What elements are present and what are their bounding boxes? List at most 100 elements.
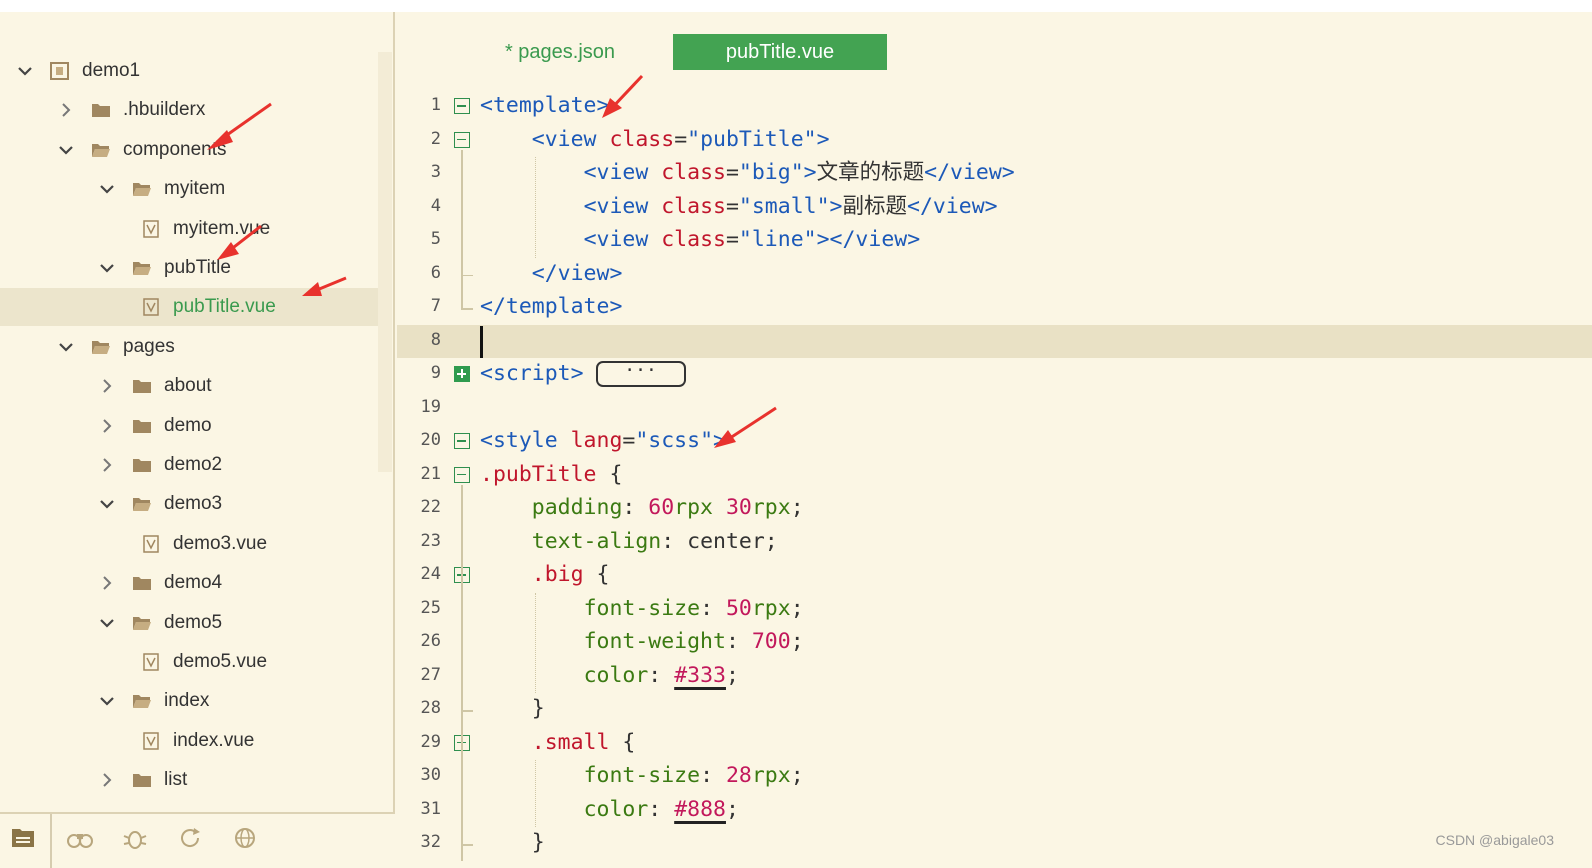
- tree-folder-item[interactable]: index: [0, 682, 378, 720]
- project-icon: [50, 62, 70, 80]
- code-line[interactable]: 1 <template>: [397, 90, 1592, 124]
- chevron-down-icon[interactable]: [100, 694, 114, 708]
- chevron-down-icon[interactable]: [100, 497, 114, 511]
- code-line[interactable]: 3 <view class="big">文章的标题</view>: [397, 157, 1592, 191]
- code-text: <style lang="scss">: [480, 428, 726, 453]
- project-explorer[interactable]: demo1 .hbuilderx components myitem myitem.vu…: [0, 12, 395, 868]
- fold-guide: [461, 484, 463, 861]
- folder-icon: [132, 456, 152, 474]
- tree-item-label: index.vue: [173, 729, 255, 751]
- code-line[interactable]: 22 padding: 60rpx 30rpx;: [397, 492, 1592, 526]
- tree-file-item[interactable]: demo3.vue: [0, 525, 378, 563]
- folder-icon: [132, 377, 152, 395]
- tab-pages-json[interactable]: * pages.json: [465, 34, 655, 70]
- code-line[interactable]: 26 font-weight: 700;: [397, 626, 1592, 660]
- chevron-right-icon[interactable]: [100, 379, 114, 393]
- code-line[interactable]: 9 <script> ···: [397, 358, 1592, 392]
- vue-file-icon: [141, 653, 161, 671]
- tree-folder-item[interactable]: pages: [0, 328, 378, 366]
- sidebar-toolbar: [0, 812, 395, 868]
- line-number: 1: [430, 95, 441, 115]
- explorer-icon[interactable]: [10, 826, 40, 852]
- tree-item-label: demo: [164, 414, 212, 436]
- line-number: 2: [430, 128, 441, 149]
- bug-icon[interactable]: [121, 826, 151, 852]
- code-text: <view class="small">副标题</view>: [583, 193, 998, 219]
- code-text: color: #888;: [583, 796, 739, 822]
- code-line[interactable]: 24 .big {: [397, 559, 1592, 593]
- tree-file-item[interactable]: demo5.vue: [0, 643, 378, 681]
- chevron-right-icon[interactable]: [100, 458, 114, 472]
- line-number: 21: [420, 463, 441, 484]
- line-number: 25: [420, 597, 441, 618]
- tree-folder-item[interactable]: demo2: [0, 446, 378, 484]
- chevron-down-icon[interactable]: [100, 182, 114, 196]
- expand-icon[interactable]: [454, 366, 470, 382]
- chevron-right-icon[interactable]: [59, 103, 73, 118]
- globe-icon[interactable]: [231, 826, 261, 852]
- tree-file-item[interactable]: myitem.vue: [0, 210, 378, 248]
- tree-folder-item[interactable]: demo3: [0, 485, 378, 523]
- toolbar-divider: [50, 814, 52, 868]
- binoculars-icon[interactable]: [66, 826, 96, 852]
- tree-folder-item[interactable]: .hbuilderx: [0, 91, 378, 129]
- code-line[interactable]: 29 .small {: [397, 727, 1592, 761]
- collapse-icon[interactable]: [454, 131, 470, 148]
- line-number: 28: [420, 698, 441, 718]
- chevron-right-icon[interactable]: [100, 418, 114, 433]
- code-line[interactable]: 31 color: #888;: [397, 794, 1592, 828]
- tab-pubtitle-vue[interactable]: pubTitle.vue: [673, 34, 887, 70]
- tree-folder-item[interactable]: myitem: [0, 170, 378, 208]
- chevron-down-icon[interactable]: [100, 261, 114, 275]
- chevron-down-icon[interactable]: [100, 616, 114, 630]
- code-line[interactable]: 28 }: [397, 693, 1592, 727]
- code-line[interactable]: 7 </template>: [397, 291, 1592, 325]
- code-line[interactable]: 5 <view class="line"></view>: [397, 224, 1592, 258]
- folder-icon: [132, 771, 152, 789]
- code-line[interactable]: 20 <style lang="scss">: [397, 425, 1592, 459]
- explorer-scrollbar[interactable]: [378, 52, 392, 472]
- tree-folder-item[interactable]: list: [0, 761, 378, 799]
- code-line[interactable]: 8: [397, 324, 1592, 358]
- tree-item-label: demo5: [164, 611, 223, 633]
- tree-folder-item[interactable]: demo1: [0, 52, 378, 90]
- line-number: 27: [420, 664, 441, 685]
- chevron-down-icon[interactable]: [59, 340, 73, 354]
- tree-item-label: .hbuilderx: [123, 99, 206, 121]
- line-number: 30: [420, 765, 441, 785]
- code-text: <script> ···: [480, 359, 686, 389]
- chevron-right-icon[interactable]: [100, 576, 114, 590]
- code-line[interactable]: 23 text-align: center;: [397, 526, 1592, 560]
- collapse-icon[interactable]: [454, 433, 470, 449]
- collapse-icon[interactable]: [454, 466, 470, 483]
- line-number: 8: [430, 329, 441, 350]
- refresh-icon[interactable]: [176, 826, 206, 852]
- chevron-right-icon[interactable]: [100, 773, 114, 787]
- code-line[interactable]: 21 .pubTitle {: [397, 459, 1592, 493]
- tree-folder-item[interactable]: demo5: [0, 604, 378, 642]
- code-line[interactable]: 4 <view class="small">副标题</view>: [397, 191, 1592, 225]
- tree-folder-item[interactable]: demo4: [0, 564, 378, 602]
- collapse-icon[interactable]: [454, 98, 470, 114]
- code-line[interactable]: 32 }: [397, 827, 1592, 861]
- code-editor[interactable]: * pages.json pubTitle.vue 1 <template> 2 <…: [397, 12, 1592, 868]
- collapsed-block-marker[interactable]: ···: [595, 361, 686, 387]
- line-number: 4: [430, 195, 441, 216]
- fold-end: [461, 844, 473, 846]
- code-line[interactable]: 6 </view>: [397, 258, 1592, 292]
- code-line[interactable]: 30 font-size: 28rpx;: [397, 760, 1592, 794]
- tree-folder-item[interactable]: demo: [0, 407, 378, 445]
- chevron-down-icon[interactable]: [59, 143, 73, 157]
- code-line[interactable]: 25 font-size: 50rpx;: [397, 593, 1592, 627]
- chevron-down-icon[interactable]: [18, 64, 32, 78]
- tree-folder-item[interactable]: about: [0, 367, 378, 405]
- code-line[interactable]: 27 color: #333;: [397, 660, 1592, 694]
- tree-item-label: demo1: [82, 60, 141, 81]
- code-line[interactable]: 2 <view class="pubTitle">: [397, 124, 1592, 158]
- fold-guide: [535, 760, 536, 827]
- line-number: 6: [430, 262, 441, 283]
- tree-file-item[interactable]: index.vue: [0, 722, 378, 760]
- tree-folder-item[interactable]: components: [0, 131, 378, 169]
- tree-item-label: list: [164, 769, 188, 791]
- code-line[interactable]: 19: [397, 392, 1592, 426]
